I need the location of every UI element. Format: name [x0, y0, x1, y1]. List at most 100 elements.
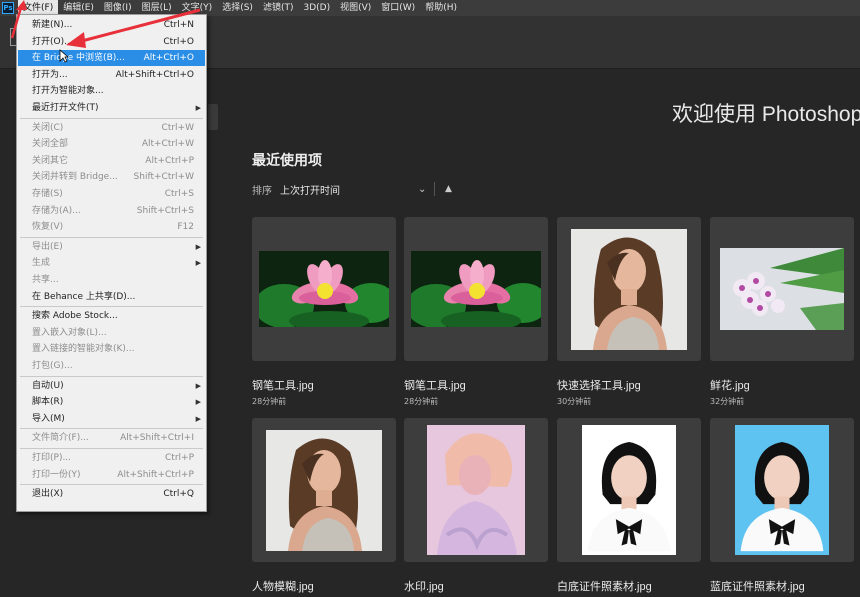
menu-item[interactable]: 视图(V) — [335, 0, 376, 16]
menu-item-label: 打开为智能对象... — [32, 86, 104, 97]
submenu-arrow-icon: ▶ — [195, 259, 201, 268]
menu-item-label: 关闭并转到 Bridge... — [32, 172, 118, 183]
file-name[interactable]: 蓝底证件照素材.jpg — [710, 578, 805, 594]
menu-item-label: 退出(X) — [32, 489, 64, 500]
menu-separator — [20, 448, 203, 449]
file-menu-item[interactable]: 置入嵌入对象(L)... — [18, 325, 205, 341]
file-menu-item[interactable]: 关闭并转到 Bridge... Shift+Ctrl+W — [18, 169, 205, 185]
mouse-cursor-icon — [59, 49, 69, 63]
menu-item-label: 存储为(A)... — [32, 205, 81, 216]
recent-file-card[interactable] — [710, 418, 854, 562]
menu-separator — [20, 375, 203, 377]
sort-row: 排序 上次打开时间 ⌄ ▲ — [252, 181, 452, 197]
panel-collapse-tab[interactable] — [208, 104, 218, 130]
menu-item[interactable]: 窗口(W) — [376, 0, 420, 16]
file-time: 28分钟前 — [252, 397, 287, 406]
file-menu-item[interactable]: 存储为(A)... Shift+Ctrl+S — [18, 203, 205, 219]
menu-item[interactable]: 选择(S) — [217, 0, 258, 16]
menu-item-shortcut: Shift+Ctrl+W — [133, 172, 194, 183]
menu-separator — [20, 117, 203, 119]
file-menu-item[interactable]: 退出(X) Ctrl+Q — [18, 486, 205, 502]
file-menu-item[interactable]: 在 Bridge 中浏览(B)... Alt+Ctrl+O — [18, 50, 205, 67]
sort-direction-icon[interactable]: ▲ — [445, 184, 452, 194]
menu-item-label: 置入嵌入对象(L)... — [32, 327, 107, 338]
file-name[interactable]: 人物模糊.jpg — [252, 578, 314, 594]
menu-item[interactable]: 3D(D) — [298, 0, 335, 16]
file-menu-item[interactable]: 打开为智能对象... — [18, 83, 205, 99]
menu-item-shortcut: Shift+Ctrl+S — [136, 205, 194, 216]
menu-item-shortcut: Ctrl+W — [161, 122, 194, 133]
file-menu-item[interactable]: 在 Behance 上共享(D)... — [18, 289, 205, 305]
recent-file-card[interactable] — [710, 217, 854, 361]
file-menu-item[interactable]: 存储(S) Ctrl+S — [18, 186, 205, 202]
file-name[interactable]: 白底证件照素材.jpg — [557, 578, 652, 594]
menu-item-label: 脚本(R) — [32, 397, 64, 408]
file-menu-item[interactable]: 打开为... Alt+Shift+Ctrl+O — [18, 67, 205, 83]
id-photo-white-thumbnail — [582, 425, 676, 555]
file-menu-item[interactable]: 置入链接的智能对象(K)... — [18, 341, 205, 357]
menu-item-label: 在 Behance 上共享(D)... — [32, 291, 136, 302]
file-menu-item[interactable]: 打包(G)... — [18, 358, 205, 374]
sort-dropdown[interactable]: 上次打开时间 — [280, 182, 418, 197]
file-menu-item[interactable]: 打印(P)... Ctrl+P — [18, 450, 205, 466]
menu-item-label: 导入(M) — [32, 413, 65, 424]
submenu-arrow-icon: ▶ — [195, 398, 201, 407]
menu-item-label: 生成 — [32, 258, 51, 269]
recent-file-card[interactable] — [404, 217, 548, 361]
file-name[interactable]: 钢笔工具.jpg — [404, 377, 466, 393]
menu-item-shortcut: F12 — [177, 222, 194, 233]
menu-item[interactable]: 帮助(H) — [420, 0, 462, 16]
menu-item-label: 在 Bridge 中浏览(B)... — [32, 53, 125, 64]
menu-item-shortcut: Ctrl+N — [163, 20, 194, 30]
menu-item-label: 打包(G)... — [32, 361, 73, 371]
recent-section-title: 最近使用项 — [252, 153, 322, 169]
file-menu-item[interactable]: 最近打开文件(T) ▶ — [18, 100, 205, 116]
file-menu-item[interactable]: 脚本(R) ▶ — [18, 394, 205, 410]
flower-photo-thumbnail — [720, 248, 844, 330]
chevron-down-icon[interactable]: ⌄ — [418, 184, 432, 195]
file-name[interactable]: 水印.jpg — [404, 578, 444, 594]
woman-portrait-thumbnail — [266, 429, 382, 551]
file-menu-item[interactable]: 文件简介(F)... Alt+Shift+Ctrl+I — [18, 430, 205, 446]
recent-file-card[interactable] — [252, 418, 396, 562]
menu-item-shortcut: Alt+Shift+Ctrl+I — [120, 433, 194, 444]
file-name[interactable]: 鲜花.jpg — [710, 377, 750, 393]
submenu-arrow-icon: ▶ — [195, 104, 201, 112]
file-menu-item[interactable]: 生成 ▶ — [18, 255, 205, 271]
menu-item-label: 置入链接的智能对象(K)... — [32, 344, 135, 355]
file-name[interactable]: 钢笔工具.jpg — [252, 377, 314, 393]
file-menu-item[interactable]: 打开(O)... Ctrl+O — [18, 34, 205, 50]
file-menu-item[interactable]: 导出(E) ▶ — [18, 239, 205, 255]
file-menu-item[interactable]: 关闭全部 Alt+Ctrl+W — [18, 136, 205, 152]
menu-item-label: 自动(U) — [32, 380, 64, 391]
file-menu-item[interactable]: 自动(U) ▶ — [18, 378, 205, 394]
menu-item-shortcut: Ctrl+P — [165, 453, 194, 463]
menu-item-label: 打印一份(Y) — [32, 469, 81, 480]
menu-item-label: 新建(N)... — [32, 20, 73, 30]
file-menu-item[interactable]: 打印一份(Y) Alt+Shift+Ctrl+P — [18, 467, 205, 483]
menu-item[interactable]: 滤镜(T) — [258, 0, 299, 16]
sort-label: 排序 — [252, 185, 272, 197]
file-menu-item[interactable]: 关闭(C) Ctrl+W — [18, 120, 205, 136]
lotus-photo-thumbnail — [411, 251, 541, 327]
file-menu-item[interactable]: 关闭其它 Alt+Ctrl+P — [18, 153, 205, 169]
divider — [434, 182, 435, 196]
menu-item-shortcut: Ctrl+Q — [163, 489, 194, 500]
recent-file-card[interactable] — [252, 217, 396, 361]
file-menu-item[interactable]: 新建(N)... Ctrl+N — [18, 17, 205, 33]
recent-file-card[interactable] — [557, 418, 701, 562]
lotus-photo-thumbnail — [259, 251, 389, 327]
file-menu-item[interactable]: 共享... — [18, 272, 205, 288]
menu-item-shortcut: Alt+Ctrl+W — [141, 139, 194, 150]
menu-item-label: 打开(O)... — [32, 36, 73, 47]
file-time: 30分钟前 — [557, 397, 592, 406]
file-menu-item[interactable]: 搜索 Adobe Stock... — [18, 308, 205, 324]
photoshop-logo-icon[interactable]: Ps — [2, 2, 14, 14]
submenu-arrow-icon: ▶ — [195, 381, 201, 390]
file-menu-item[interactable]: 恢复(V) F12 — [18, 219, 205, 235]
recent-file-card[interactable] — [404, 418, 548, 562]
file-name[interactable]: 快速选择工具.jpg — [557, 377, 641, 393]
file-menu-item[interactable]: 导入(M) ▶ — [18, 411, 205, 427]
recent-file-card[interactable] — [557, 217, 701, 361]
menu-item-shortcut: Alt+Ctrl+P — [145, 155, 194, 166]
